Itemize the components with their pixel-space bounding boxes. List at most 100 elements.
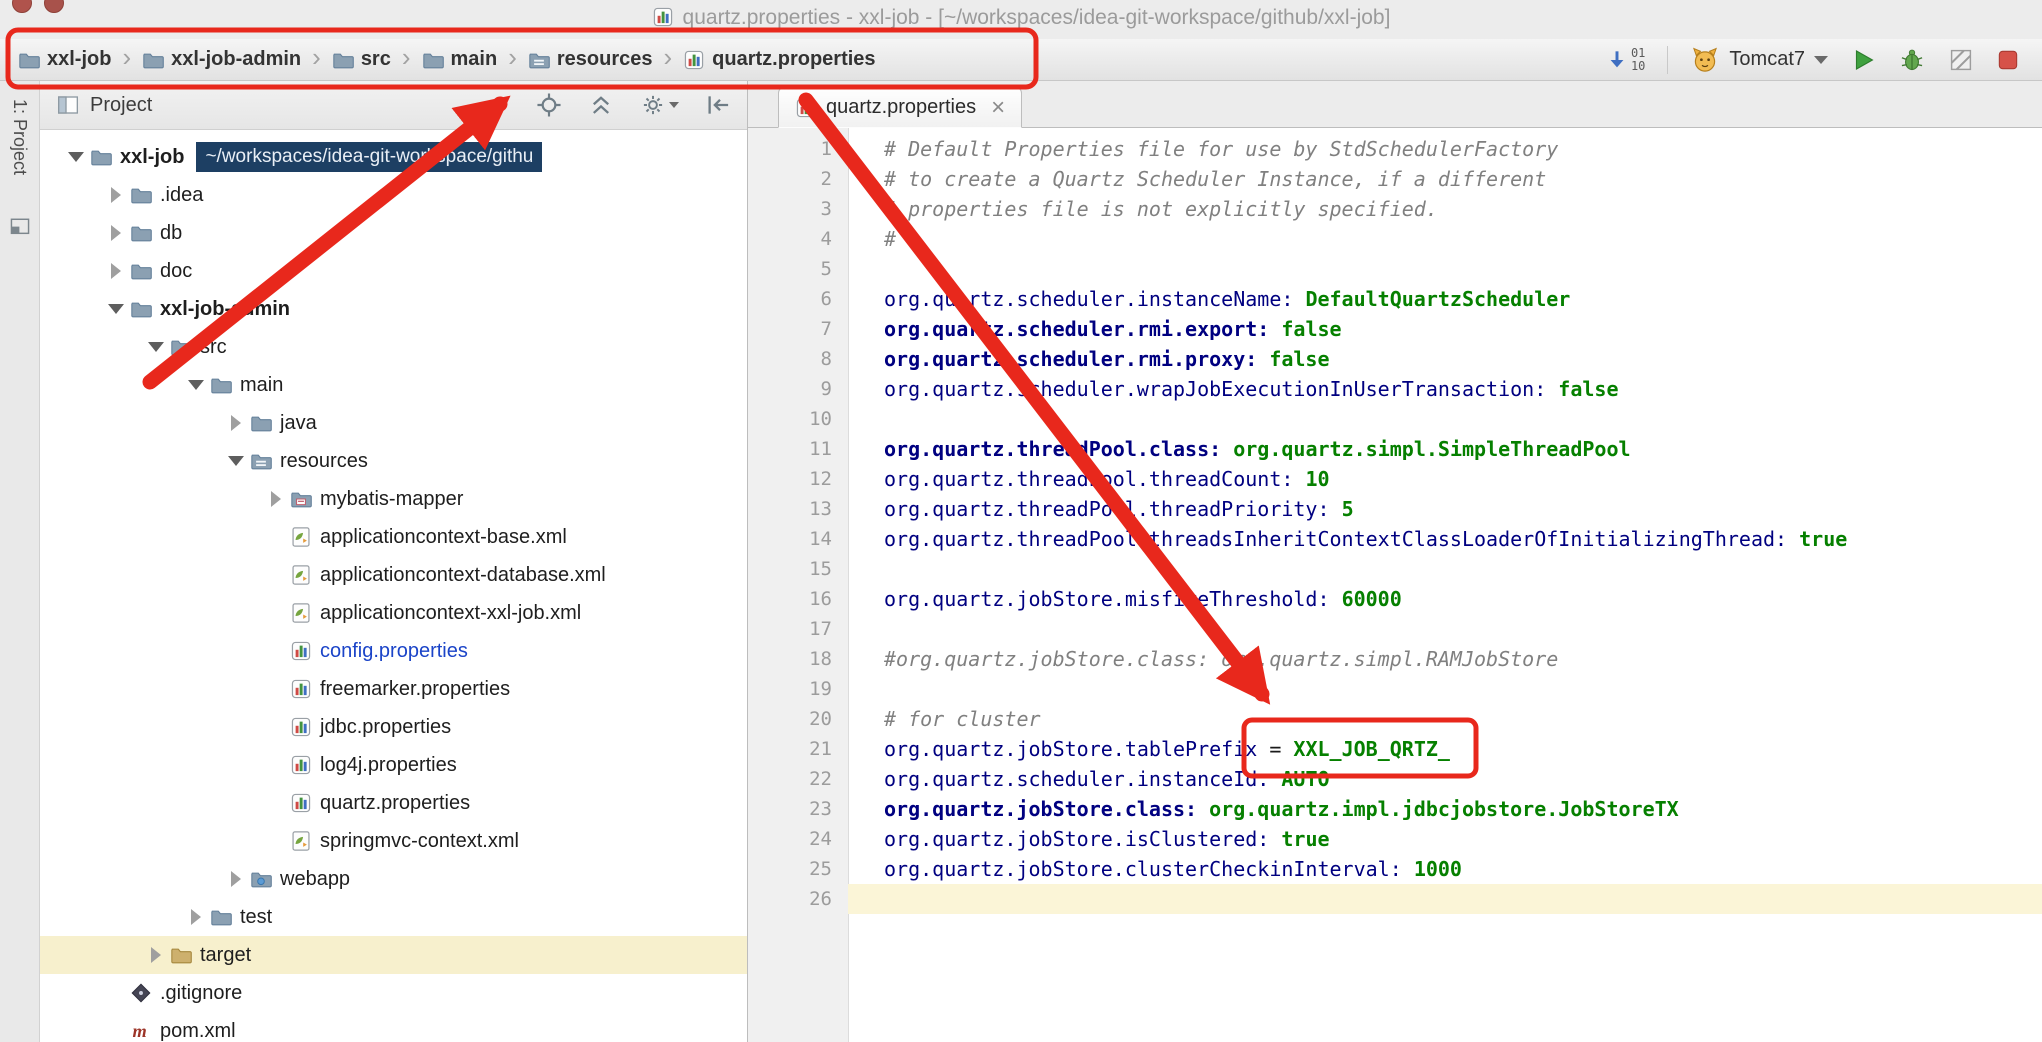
- hide-panel-button[interactable]: [705, 92, 731, 118]
- code-text: org.quartz.scheduler.rmi.export: false: [848, 314, 2042, 344]
- tree-item-label: applicationcontext-xxl-job.xml: [320, 602, 581, 625]
- expand-arrow-icon[interactable]: [104, 183, 128, 207]
- code-token: org.quartz.jobStore.misfireThreshold:: [884, 587, 1342, 611]
- expand-arrow-icon[interactable]: [144, 943, 168, 967]
- code-editor[interactable]: 1# Default Properties file for use by St…: [748, 128, 2042, 1042]
- code-line-3[interactable]: 3# properties file is not explicitly spe…: [748, 194, 2042, 224]
- code-line-21[interactable]: 21org.quartz.jobStore.tablePrefix = XXL_…: [748, 734, 2042, 764]
- close-tab-icon[interactable]: ×: [991, 96, 1005, 120]
- code-line-1[interactable]: 1# Default Properties file for use by St…: [748, 134, 2042, 164]
- line-number: 10: [748, 404, 848, 434]
- tree-item-.idea[interactable]: .idea: [40, 176, 747, 214]
- code-line-5[interactable]: 5: [748, 254, 2042, 284]
- code-line-4[interactable]: 4#: [748, 224, 2042, 254]
- line-number: 16: [748, 584, 848, 614]
- code-line-26[interactable]: 26: [748, 884, 2042, 914]
- breadcrumb-label: xxl-job: [47, 48, 111, 71]
- tree-item-resources[interactable]: resources: [40, 442, 747, 480]
- xml-file-icon: [290, 830, 312, 852]
- code-line-20[interactable]: 20# for cluster: [748, 704, 2042, 734]
- collapse-arrow-icon[interactable]: [224, 449, 248, 473]
- line-number: 23: [748, 794, 848, 824]
- tree-item-applicationcontext-xxl-job.xml[interactable]: applicationcontext-xxl-job.xml: [40, 594, 747, 632]
- tree-item-log4j.properties[interactable]: log4j.properties: [40, 746, 747, 784]
- tree-item-freemarker.properties[interactable]: freemarker.properties: [40, 670, 747, 708]
- code-line-16[interactable]: 16org.quartz.jobStore.misfireThreshold: …: [748, 584, 2042, 614]
- tree-item-springmvc-context.xml[interactable]: springmvc-context.xml: [40, 822, 747, 860]
- expand-arrow-icon[interactable]: [104, 259, 128, 283]
- line-number: 24: [748, 824, 848, 854]
- code-line-19[interactable]: 19: [748, 674, 2042, 704]
- coverage-button[interactable]: [1948, 47, 1974, 73]
- breadcrumb-item-main[interactable]: main: [422, 48, 498, 71]
- code-token: 60000: [1342, 587, 1402, 611]
- code-line-8[interactable]: 8org.quartz.scheduler.rmi.proxy: false: [748, 344, 2042, 374]
- tree-item-java[interactable]: java: [40, 404, 747, 442]
- code-line-22[interactable]: 22org.quartz.scheduler.instanceId: AUTO: [748, 764, 2042, 794]
- breadcrumb-item-resources[interactable]: resources: [528, 48, 653, 71]
- code-line-13[interactable]: 13org.quartz.threadPool.threadPriority: …: [748, 494, 2042, 524]
- code-token: DefaultQuartzScheduler: [1305, 287, 1570, 311]
- tree-item-main[interactable]: main: [40, 366, 747, 404]
- twisty-spacer: [264, 563, 288, 587]
- collapse-arrow-icon[interactable]: [184, 373, 208, 397]
- tree-item-quartz.properties[interactable]: quartz.properties: [40, 784, 747, 822]
- breadcrumb-item-src[interactable]: src: [332, 48, 391, 71]
- twisty-spacer: [264, 829, 288, 853]
- run-configuration-selector[interactable]: Tomcat7: [1690, 45, 1828, 75]
- collapse-all-button[interactable]: [588, 92, 614, 118]
- code-line-9[interactable]: 9org.quartz.scheduler.wrapJobExecutionIn…: [748, 374, 2042, 404]
- code-line-24[interactable]: 24org.quartz.jobStore.isClustered: true: [748, 824, 2042, 854]
- breadcrumb-item-xxl-job[interactable]: xxl-job: [18, 48, 111, 71]
- tool-window-icon[interactable]: [9, 215, 31, 237]
- vcs-incoming-widget[interactable]: 0110: [1605, 47, 1645, 72]
- code-line-25[interactable]: 25org.quartz.jobStore.clusterCheckinInte…: [748, 854, 2042, 884]
- code-line-14[interactable]: 14org.quartz.threadPool.threadsInheritCo…: [748, 524, 2042, 554]
- tree-item-db[interactable]: db: [40, 214, 747, 252]
- code-line-18[interactable]: 18#org.quartz.jobStore.class: org.quartz…: [748, 644, 2042, 674]
- collapse-arrow-icon[interactable]: [64, 145, 88, 169]
- tree-item-test[interactable]: test: [40, 898, 747, 936]
- code-line-12[interactable]: 12org.quartz.threadPool.threadCount: 10: [748, 464, 2042, 494]
- run-button[interactable]: [1850, 47, 1876, 73]
- debug-button[interactable]: [1898, 46, 1926, 74]
- breadcrumb-item-xxl-job-admin[interactable]: xxl-job-admin: [142, 48, 301, 71]
- tree-item-pom.xml[interactable]: mpom.xml: [40, 1012, 747, 1042]
- tree-item-mybatis-mapper[interactable]: mybatis-mapper: [40, 480, 747, 518]
- expand-arrow-icon[interactable]: [224, 411, 248, 435]
- tree-item-applicationcontext-database.xml[interactable]: applicationcontext-database.xml: [40, 556, 747, 594]
- tree-item-target[interactable]: target: [40, 936, 747, 974]
- breadcrumb-item-quartz.properties[interactable]: quartz.properties: [683, 48, 875, 71]
- settings-button[interactable]: [640, 92, 679, 118]
- tree-item-doc[interactable]: doc: [40, 252, 747, 290]
- tree-item-src[interactable]: src: [40, 328, 747, 366]
- expand-arrow-icon[interactable]: [184, 905, 208, 929]
- title-bar: quartz.properties - xxl-job - [~/workspa…: [0, 0, 2042, 40]
- editor-tab-quartz-properties[interactable]: quartz.properties ×: [778, 87, 1022, 128]
- tree-item-webapp[interactable]: webapp: [40, 860, 747, 898]
- tree-item-applicationcontext-base.xml[interactable]: applicationcontext-base.xml: [40, 518, 747, 556]
- code-line-2[interactable]: 2# to create a Quartz Scheduler Instance…: [748, 164, 2042, 194]
- collapse-arrow-icon[interactable]: [104, 297, 128, 321]
- code-line-6[interactable]: 6org.quartz.scheduler.instanceName: Defa…: [748, 284, 2042, 314]
- project-toolwindow-button[interactable]: 1: Project: [9, 99, 30, 175]
- collapse-arrow-icon[interactable]: [144, 335, 168, 359]
- code-lines: 1# Default Properties file for use by St…: [748, 128, 2042, 914]
- code-line-7[interactable]: 7org.quartz.scheduler.rmi.export: false: [748, 314, 2042, 344]
- expand-arrow-icon[interactable]: [264, 487, 288, 511]
- code-line-11[interactable]: 11org.quartz.threadPool.class: org.quart…: [748, 434, 2042, 464]
- code-line-15[interactable]: 15: [748, 554, 2042, 584]
- code-line-23[interactable]: 23org.quartz.jobStore.class: org.quartz.…: [748, 794, 2042, 824]
- stop-button[interactable]: [1996, 48, 2020, 72]
- tree-item-xxl-job[interactable]: xxl-job~/workspaces/idea-git-workspace/g…: [40, 138, 747, 176]
- tree-item-jdbc.properties[interactable]: jdbc.properties: [40, 708, 747, 746]
- chevron-right-icon: ›: [402, 42, 411, 73]
- locate-button[interactable]: [536, 92, 562, 118]
- tree-item-config.properties[interactable]: config.properties: [40, 632, 747, 670]
- tree-item-.gitignore[interactable]: .gitignore: [40, 974, 747, 1012]
- expand-arrow-icon[interactable]: [104, 221, 128, 245]
- code-line-17[interactable]: 17: [748, 614, 2042, 644]
- expand-arrow-icon[interactable]: [224, 867, 248, 891]
- tree-item-xxl-job-admin[interactable]: xxl-job-admin: [40, 290, 747, 328]
- code-line-10[interactable]: 10: [748, 404, 2042, 434]
